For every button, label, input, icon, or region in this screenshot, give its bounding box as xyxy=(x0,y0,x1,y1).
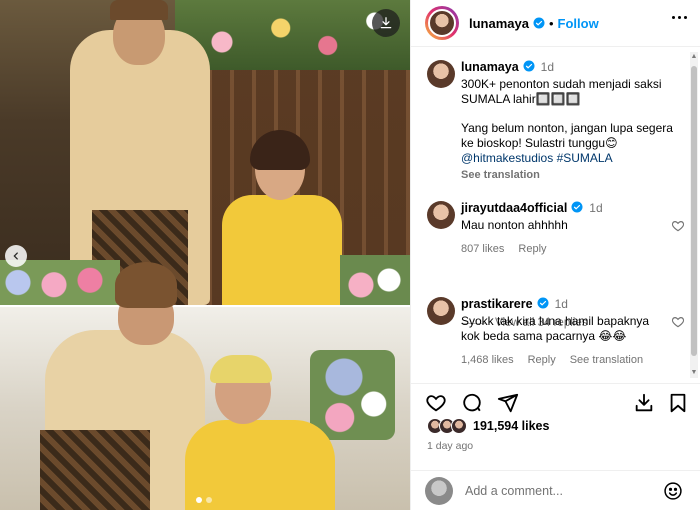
verified-badge-icon xyxy=(537,297,549,309)
bookmark-icon[interactable] xyxy=(667,392,689,414)
story-ring[interactable] xyxy=(425,6,459,40)
see-translation-link[interactable]: See translation xyxy=(570,353,643,368)
action-bar xyxy=(411,383,700,421)
comments-scrollbar[interactable]: ▲ ▼ xyxy=(690,52,698,378)
scroll-thumb[interactable] xyxy=(691,66,697,356)
caption-time: 1d xyxy=(540,60,555,74)
avatar[interactable] xyxy=(427,201,455,229)
comment-time: 1d xyxy=(589,201,603,215)
comment-text: Mau nonton ahhhhh xyxy=(461,218,568,232)
woman-headband xyxy=(210,355,272,383)
likes-count[interactable]: 191,594 likes xyxy=(473,419,549,433)
more-icon[interactable] xyxy=(672,16,687,19)
mention-link[interactable]: @hitmakestudios xyxy=(461,151,553,165)
follow-button[interactable]: Follow xyxy=(558,16,599,31)
liker-avatar xyxy=(451,418,467,434)
reply-button[interactable]: Reply xyxy=(518,242,546,257)
comment-username[interactable]: jirayutdaa4official xyxy=(461,201,567,215)
comment-input[interactable] xyxy=(465,483,655,498)
carousel-dots xyxy=(196,497,212,503)
comments-list: lunamaya 1d 300K+ penonton sudah menjadi … xyxy=(411,48,700,378)
post-media[interactable] xyxy=(0,0,410,510)
comment-text: Syokk tak kira luna hamil bapaknya xyxy=(461,314,650,328)
verified-badge-icon xyxy=(523,60,535,72)
heart-icon[interactable] xyxy=(671,315,685,329)
caption-line: 300K+ penonton sudah menjadi saksi xyxy=(461,77,662,91)
blangkon-hat xyxy=(110,0,168,20)
send-icon[interactable] xyxy=(497,392,519,414)
scroll-down-arrow[interactable]: ▼ xyxy=(690,368,698,378)
reply-button[interactable]: Reply xyxy=(528,353,556,368)
blangkon-hat xyxy=(115,262,177,308)
see-translation-link[interactable]: See translation xyxy=(461,168,685,183)
comment-time: 1d xyxy=(554,297,568,311)
caption-line: Yang belum nonton, jangan lupa segera xyxy=(461,121,673,135)
add-comment-bar xyxy=(411,470,700,510)
heart-icon[interactable] xyxy=(671,219,685,233)
caption-line: SUMALA lahir🔲🔲🔲 xyxy=(461,92,581,106)
download-icon xyxy=(380,17,392,29)
post-date[interactable]: 1 day ago xyxy=(427,440,473,452)
scroll-up-arrow[interactable]: ▲ xyxy=(690,52,698,62)
carousel-dot xyxy=(206,497,212,503)
post-header: lunamaya • Follow xyxy=(411,0,700,47)
likes-row[interactable]: 191,594 likes xyxy=(427,418,549,434)
batik-sarong xyxy=(40,430,150,510)
header-username[interactable]: lunamaya xyxy=(469,16,529,31)
comment-username[interactable]: prastikarere xyxy=(461,297,533,311)
avatar xyxy=(428,9,456,37)
post-panel: lunamaya • Follow lunamaya 1d 300K+ penon… xyxy=(410,0,700,510)
caption: lunamaya 1d 300K+ penonton sudah menjadi … xyxy=(427,60,685,183)
caption-line: ke bioskop! Sulastri tunggu😊 xyxy=(461,136,618,150)
carousel-dot xyxy=(196,497,202,503)
comment-icon[interactable] xyxy=(461,392,483,414)
avatar[interactable] xyxy=(427,60,455,88)
verified-badge-icon xyxy=(533,17,545,29)
comment: prastikarere 1d Syokk tak kira luna hamil… xyxy=(427,297,685,368)
comment-likes[interactable]: 1,468 likes xyxy=(461,353,514,368)
download-button[interactable] xyxy=(372,9,400,37)
verified-badge-icon xyxy=(571,201,583,213)
avatar xyxy=(425,476,453,505)
comment-likes[interactable]: 807 likes xyxy=(461,242,504,257)
woman-figure xyxy=(222,195,342,305)
flower-arch xyxy=(175,0,410,70)
previous-button[interactable] xyxy=(5,245,27,267)
heart-icon[interactable] xyxy=(425,392,447,414)
comment: jirayutdaa4official 1d Mau nonton ahhhhh … xyxy=(427,201,685,257)
post-photo-top xyxy=(0,0,410,305)
repost-icon[interactable] xyxy=(633,392,655,414)
separator-dot: • xyxy=(548,15,554,31)
flower-arrangement xyxy=(340,255,410,305)
chevron-left-icon xyxy=(13,252,18,260)
emoji-icon[interactable] xyxy=(663,481,683,501)
avatar[interactable] xyxy=(427,297,455,325)
hashtag-link[interactable]: #SUMALA xyxy=(557,151,613,165)
flower-arrangement xyxy=(310,350,395,440)
comment-text: kok beda sama pacarnya 😂😂 xyxy=(461,329,627,343)
caption-username[interactable]: lunamaya xyxy=(461,60,519,74)
